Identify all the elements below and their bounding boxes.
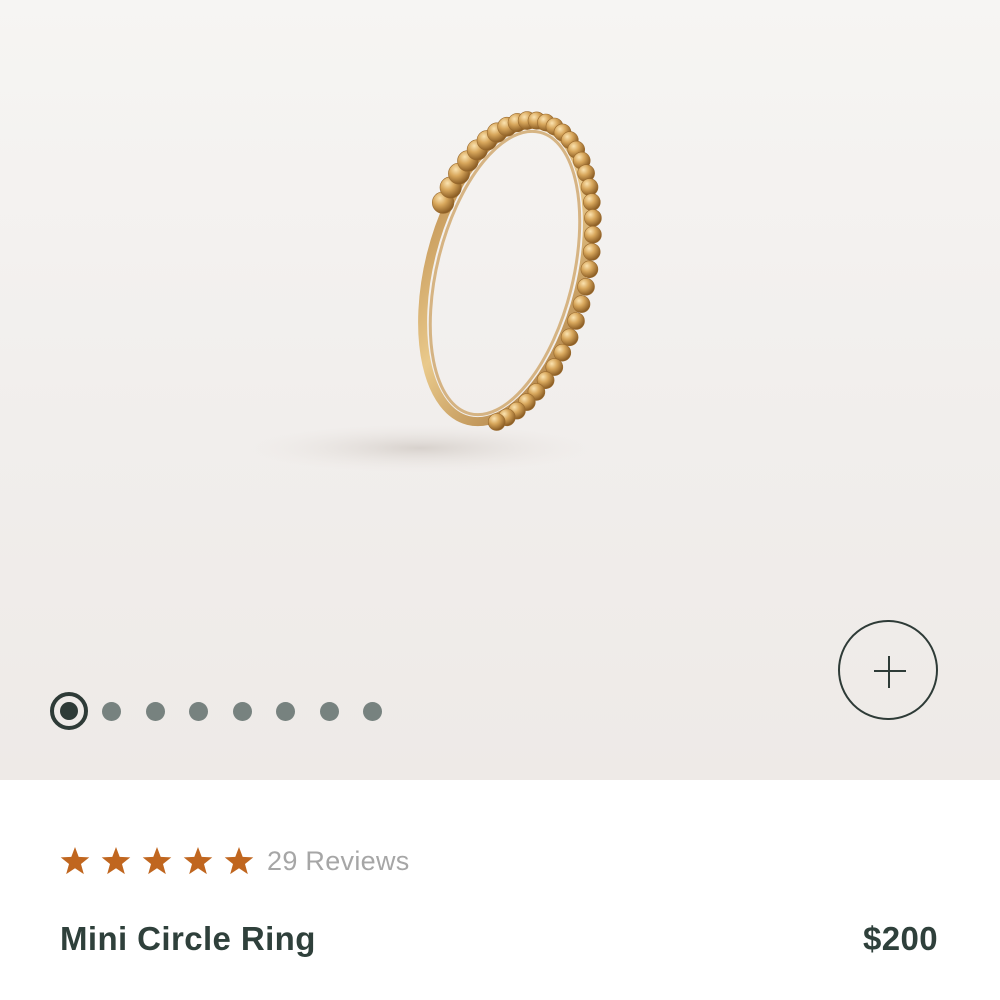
star-icon: [183, 847, 213, 875]
image-pagination: [50, 692, 407, 730]
zoom-button[interactable]: [838, 620, 938, 720]
star-icon: [224, 847, 254, 875]
star-rating: [60, 846, 265, 876]
pagination-dot[interactable]: [145, 701, 165, 721]
reviews-count-link[interactable]: 29 Reviews: [267, 846, 410, 877]
star-icon: [101, 847, 131, 875]
rating-row: 29 Reviews: [60, 840, 410, 882]
pagination-dot[interactable]: [319, 701, 339, 721]
pagination-dot[interactable]: [232, 701, 252, 721]
pagination-dot[interactable]: [276, 701, 295, 721]
pagination-dot-active[interactable]: [50, 692, 88, 730]
star-icon: [60, 847, 90, 875]
pagination-dot[interactable]: [363, 701, 382, 721]
pagination-dot[interactable]: [102, 701, 121, 721]
product-price: $200: [862, 920, 938, 957]
product-image-gallery[interactable]: [0, 0, 1000, 780]
pagination-dot[interactable]: [189, 701, 208, 721]
star-icon: [142, 847, 172, 875]
product-name: Mini Circle Ring: [60, 920, 316, 957]
product-page: 29 Reviews Mini Circle Ring $200: [0, 0, 1000, 1000]
